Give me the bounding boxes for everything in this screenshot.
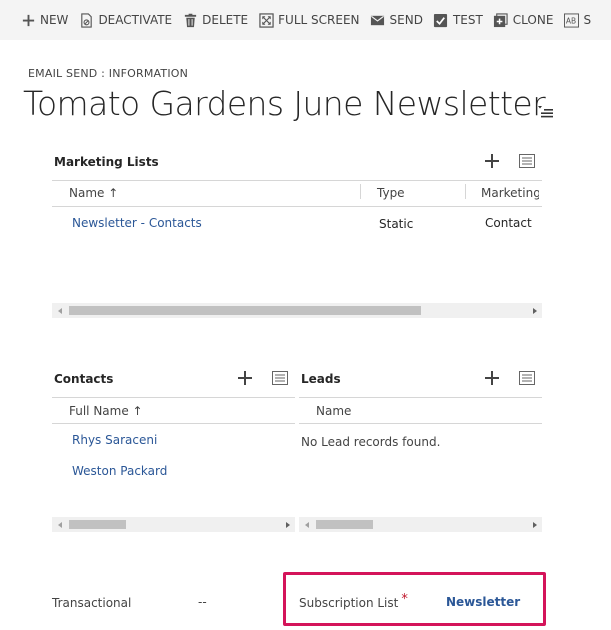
- add-marketing-list-icon[interactable]: [484, 153, 500, 169]
- full-screen-button[interactable]: FULL SCREEN: [258, 0, 368, 40]
- transactional-label: Transactional: [52, 596, 132, 610]
- column-header-member-type[interactable]: Marketing: [481, 186, 539, 200]
- test-button-label: TEST: [452, 13, 483, 27]
- scroll-right-arrow[interactable]: [280, 517, 295, 532]
- scrollbar-thumb[interactable]: [69, 520, 126, 529]
- checkbox-icon: [433, 12, 449, 28]
- form-selector-icon[interactable]: [536, 105, 554, 119]
- divider: [299, 423, 542, 424]
- divider: [52, 397, 295, 398]
- column-header-type[interactable]: Type: [377, 186, 405, 200]
- send-button[interactable]: SEND: [370, 0, 432, 40]
- contact-row-name[interactable]: Rhys Saraceni: [72, 433, 157, 447]
- list-item-name[interactable]: Newsletter - Contacts: [72, 216, 202, 230]
- contact-row-name[interactable]: Weston Packard: [72, 464, 167, 478]
- clone-button[interactable]: CLONE: [493, 0, 563, 40]
- delete-button[interactable]: DELETE: [182, 0, 257, 40]
- scroll-left-arrow[interactable]: [52, 303, 67, 318]
- divider: [52, 206, 542, 207]
- marketing-lists-view-icon[interactable]: [519, 154, 535, 168]
- contacts-scrollbar[interactable]: [52, 517, 295, 532]
- full-screen-button-label: FULL SCREEN: [278, 13, 360, 27]
- page-title: Tomato Gardens June Newsletter: [23, 84, 546, 123]
- transactional-value[interactable]: --: [198, 595, 207, 609]
- list-item-member-type: Contact: [485, 216, 532, 230]
- divider: [52, 180, 542, 181]
- envelope-icon: [370, 12, 386, 28]
- add-contact-icon[interactable]: [237, 370, 253, 386]
- column-header-name[interactable]: Name: [316, 404, 351, 418]
- new-button[interactable]: NEW: [0, 0, 77, 40]
- column-separator: [360, 184, 361, 199]
- contacts-view-icon[interactable]: [272, 371, 288, 385]
- leads-view-icon[interactable]: [519, 371, 535, 385]
- send-button-label: SEND: [389, 13, 423, 27]
- clone-icon: [493, 12, 509, 28]
- divider: [299, 397, 542, 398]
- leads-scrollbar[interactable]: [299, 517, 542, 532]
- scrollbar-thumb[interactable]: [316, 520, 373, 529]
- clone-button-label: CLONE: [512, 13, 554, 27]
- trash-icon: [182, 12, 198, 28]
- subscription-list-value[interactable]: Newsletter: [446, 595, 520, 609]
- spellcheck-button[interactable]: AB S: [563, 0, 600, 40]
- breadcrumb: EMAIL SEND : INFORMATION: [28, 67, 189, 80]
- test-button[interactable]: TEST: [433, 0, 492, 40]
- column-separator: [465, 184, 466, 199]
- svg-text:AB: AB: [566, 16, 576, 25]
- marketing-lists-title: Marketing Lists: [54, 155, 159, 169]
- scroll-right-arrow[interactable]: [527, 517, 542, 532]
- leads-title: Leads: [301, 372, 341, 386]
- marketing-lists-scrollbar[interactable]: [52, 303, 542, 318]
- deactivate-icon: [78, 12, 94, 28]
- command-bar: NEW DEACTIVATE DELETE FULL SCREEN SEND T…: [0, 0, 611, 40]
- scroll-left-arrow[interactable]: [299, 517, 314, 532]
- column-header-full-name[interactable]: Full Name ↑: [69, 404, 143, 418]
- scroll-left-arrow[interactable]: [52, 517, 67, 532]
- fullscreen-icon: [258, 12, 274, 28]
- new-button-label: NEW: [40, 13, 69, 27]
- delete-button-label: DELETE: [202, 13, 249, 27]
- divider: [52, 423, 295, 424]
- subscription-list-label-text: Subscription List: [299, 596, 399, 610]
- scrollbar-thumb[interactable]: [69, 306, 421, 315]
- add-lead-icon[interactable]: [484, 370, 500, 386]
- scroll-right-arrow[interactable]: [527, 303, 542, 318]
- list-item-type: Static: [379, 217, 414, 231]
- empty-leads-message: No Lead records found.: [301, 435, 441, 449]
- deactivate-button-label: DEACTIVATE: [98, 13, 173, 27]
- spellcheck-button-label: S: [583, 13, 592, 27]
- plus-icon: [20, 12, 36, 28]
- required-marker: *: [401, 592, 408, 607]
- spellcheck-icon: AB: [563, 12, 579, 28]
- column-header-name[interactable]: Name ↑: [69, 186, 118, 200]
- subscription-list-label: Subscription List *: [299, 592, 408, 611]
- contacts-title: Contacts: [54, 372, 114, 386]
- deactivate-button[interactable]: DEACTIVATE: [78, 0, 181, 40]
